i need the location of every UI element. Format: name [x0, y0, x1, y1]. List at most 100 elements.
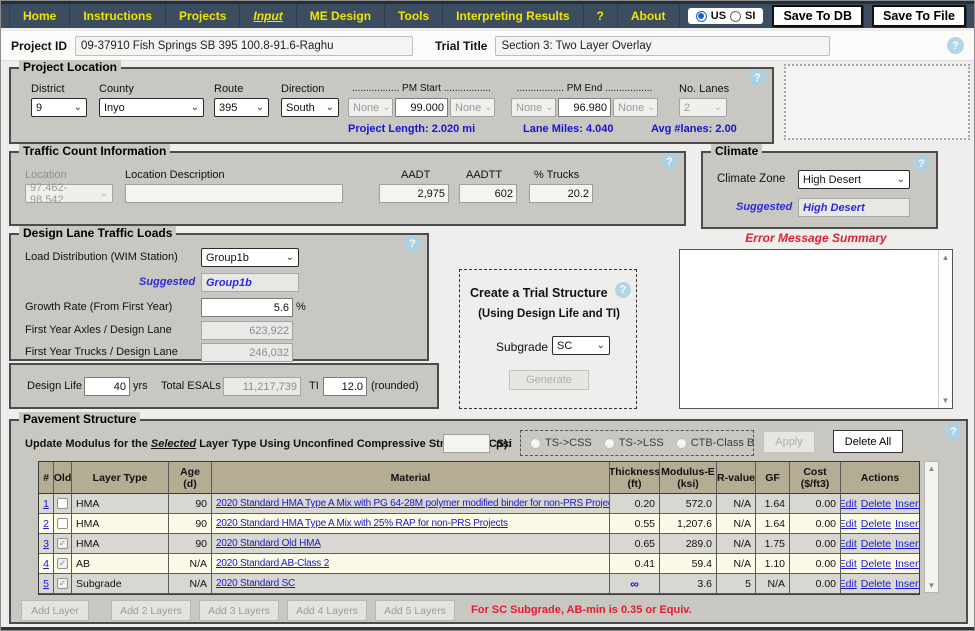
old-checkbox[interactable]	[57, 558, 68, 569]
old-checkbox[interactable]	[57, 498, 68, 509]
trial-title-field[interactable]	[495, 35, 831, 56]
scroll-up-icon[interactable]: ▲	[925, 464, 938, 473]
row-number-link[interactable]: 1	[43, 498, 49, 510]
delete-link[interactable]: Delete	[861, 498, 891, 510]
ts-css-radio[interactable]: TS->CSS	[530, 437, 592, 449]
error-summary-scrollbar[interactable]: ▲ ▼	[938, 250, 952, 408]
edit-link[interactable]: Edit	[841, 498, 857, 510]
row-number-link[interactable]: 5	[43, 578, 49, 590]
chevron-down-icon: ⌄	[545, 102, 554, 113]
delete-link[interactable]: Delete	[861, 538, 891, 550]
edit-link[interactable]: Edit	[841, 558, 857, 570]
aadtt-field[interactable]	[459, 184, 517, 203]
trial-structure-help-icon[interactable]: ?	[615, 282, 631, 298]
delete-all-button[interactable]: Delete All	[833, 430, 903, 453]
edit-link[interactable]: Edit	[841, 538, 857, 550]
climate-zone-label: Climate Zone	[717, 173, 786, 185]
aadt-field[interactable]	[379, 184, 449, 203]
generate-button[interactable]: Generate	[509, 370, 589, 390]
nav-interpreting-results[interactable]: Interpreting Results	[443, 4, 584, 28]
traffic-count-help-icon[interactable]: ?	[661, 153, 678, 170]
material-link[interactable]: 2020 Standard Old HMA	[216, 538, 321, 549]
table-row: 1 HMA 90 2020 Standard HMA Type A Mix wi…	[39, 494, 919, 514]
edit-link[interactable]: Edit	[841, 578, 857, 590]
project-id-field[interactable]	[75, 35, 414, 56]
modulus-cell: 59.4	[660, 554, 717, 574]
nav-home[interactable]: Home	[9, 4, 71, 28]
pm-start-input[interactable]	[395, 98, 448, 117]
project-location-help-icon[interactable]: ?	[749, 69, 766, 86]
design-life-input[interactable]	[84, 377, 130, 396]
gf-cell: 1.64	[756, 494, 790, 514]
county-select[interactable]: Inyo ⌄	[99, 98, 204, 117]
scroll-down-icon[interactable]: ▼	[939, 396, 952, 405]
material-link[interactable]: 2020 Standard SC	[216, 578, 295, 589]
si-radio[interactable]	[730, 10, 742, 22]
route-select[interactable]: 395 ⌄	[214, 98, 269, 117]
route-label: Route	[214, 83, 244, 95]
growth-rate-input[interactable]	[201, 298, 293, 317]
nav-tools[interactable]: Tools	[385, 4, 444, 28]
pavement-help-icon[interactable]: ?	[945, 423, 962, 440]
delete-link[interactable]: Delete	[861, 518, 891, 530]
radio-icon	[675, 437, 687, 449]
save-to-file-button[interactable]: Save To File	[871, 5, 966, 27]
pm-end-input[interactable]	[558, 98, 611, 117]
nav-input[interactable]: Input	[240, 4, 297, 28]
direction-select[interactable]: South ⌄	[281, 98, 339, 117]
design-loads-help-icon[interactable]: ?	[404, 235, 421, 252]
add-5-layers-button[interactable]: Add 5 Layers	[375, 600, 455, 621]
save-to-db-button[interactable]: Save To DB	[772, 5, 863, 27]
add-4-layers-button[interactable]: Add 4 Layers	[287, 600, 367, 621]
insert-link[interactable]: Insert	[895, 498, 919, 510]
ucs-input[interactable]	[443, 434, 490, 453]
apply-button[interactable]: Apply	[763, 431, 815, 453]
design-life-unit: yrs	[133, 380, 148, 392]
nav-about[interactable]: About	[618, 4, 680, 28]
nav-help[interactable]: ?	[584, 4, 618, 28]
subgrade-select[interactable]: SC ⌄	[552, 336, 610, 355]
pavement-structure-group: Pavement Structure ? Update Modulus for …	[9, 412, 968, 624]
wim-suggested-value: Group1b	[201, 273, 299, 292]
material-link[interactable]: 2020 Standard HMA Type A Mix with PG 64-…	[216, 498, 609, 509]
nav-projects[interactable]: Projects	[166, 4, 241, 28]
scroll-down-icon[interactable]: ▼	[925, 581, 938, 590]
add-layer-button[interactable]: Add Layer	[21, 600, 89, 621]
district-select[interactable]: 9 ⌄	[31, 98, 87, 117]
old-checkbox[interactable]	[57, 518, 68, 529]
ti-input[interactable]	[323, 377, 367, 396]
add-3-layers-button[interactable]: Add 3 Layers	[199, 600, 279, 621]
nav-me-design[interactable]: ME Design	[297, 4, 386, 28]
old-checkbox[interactable]	[57, 578, 68, 589]
insert-link[interactable]: Insert	[895, 558, 919, 570]
insert-link[interactable]: Insert	[895, 518, 919, 530]
row-number-link[interactable]: 2	[43, 518, 49, 530]
table-row: 2 HMA 90 2020 Standard HMA Type A Mix wi…	[39, 514, 919, 534]
calme-input-page: Home Instructions Projects Input ME Desi…	[0, 0, 975, 631]
us-radio[interactable]	[695, 10, 707, 22]
insert-link[interactable]: Insert	[895, 538, 919, 550]
edit-link[interactable]: Edit	[841, 518, 857, 530]
material-link[interactable]: 2020 Standard HMA Type A Mix with 25% RA…	[216, 518, 508, 529]
scroll-up-icon[interactable]: ▲	[939, 253, 952, 262]
material-link[interactable]: 2020 Standard AB-Class 2	[216, 558, 329, 569]
ts-lss-radio[interactable]: TS->LSS	[603, 437, 664, 449]
delete-link[interactable]: Delete	[861, 578, 891, 590]
page-help-icon[interactable]: ?	[947, 37, 964, 54]
pct-trucks-field[interactable]	[529, 184, 593, 203]
ctb-class-b-radio[interactable]: CTB-Class B	[675, 437, 754, 449]
climate-zone-select[interactable]: High Desert ⌄	[798, 170, 910, 189]
add-2-layers-button[interactable]: Add 2 Layers	[111, 600, 191, 621]
climate-help-icon[interactable]: ?	[913, 155, 930, 172]
wim-select[interactable]: Group1b ⌄	[201, 248, 299, 267]
delete-link[interactable]: Delete	[861, 558, 891, 570]
old-checkbox[interactable]	[57, 538, 68, 549]
pct-trucks-label: % Trucks	[534, 169, 580, 181]
insert-link[interactable]: Insert	[895, 578, 919, 590]
row-number-link[interactable]: 4	[43, 558, 49, 570]
row-number-link[interactable]: 3	[43, 538, 49, 550]
table-scrollbar[interactable]: ▲ ▼	[924, 461, 939, 593]
nav-instructions[interactable]: Instructions	[70, 4, 167, 28]
trial-title-label: Trial Title	[435, 38, 488, 53]
location-description-input[interactable]	[125, 184, 343, 203]
